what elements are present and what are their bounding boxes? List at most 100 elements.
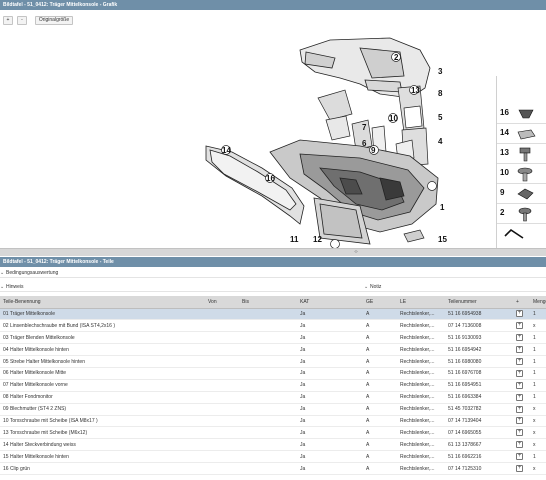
column-header-le[interactable]: LE [397,296,445,309]
add-to-cart-cell: + [513,426,530,440]
kat-cell: Ja [297,379,363,392]
part-name-cell: 04 Halter Mittelkonsole hinten [0,343,205,357]
table-row[interactable]: 01 Träger Mittelkonsole Ja A Rechtslenker,.… [0,308,546,321]
add-to-cart-icon[interactable]: + [516,453,523,461]
ge-cell: A [363,462,397,475]
part-number-cell: 51 16 6962216 [445,450,513,464]
add-to-cart-icon[interactable]: + [516,369,523,377]
kat-cell: Ja [297,403,363,416]
le-cell: Rechtslenker,... [397,438,445,452]
from-cell [205,308,239,321]
column-header-add[interactable]: + [513,296,530,309]
add-to-cart-icon[interactable]: + [516,358,523,365]
table-row[interactable]: 15 Halter Mittelkonsole hinten Ja A Rechtsl… [0,450,546,464]
zoom-in-button[interactable]: + [3,16,13,25]
original-size-button[interactable]: Originalgröße [35,16,73,25]
note-filter[interactable]: ⌄ Notiz [364,282,381,292]
callout-8: 8 [438,89,443,98]
add-to-cart-cell: + [513,343,530,357]
quantity-cell: x [530,462,546,475]
callout-5: 5 [438,113,443,122]
table-row[interactable]: 14 Halter Steckverbindung weiss Ja A Rechts… [0,438,546,452]
table-row[interactable]: 10 Torxschraube mit Scheibe (ISA M8x17 )… [0,415,546,428]
legend-item-16[interactable]: 16 [497,104,546,124]
from-cell [205,403,239,416]
add-to-cart-icon[interactable]: + [516,429,523,437]
table-row[interactable]: 09 Blechmutter (ST4 2 ZNS) Ja A Rechtslenke… [0,403,546,416]
table-row[interactable]: 04 Halter Mittelkonsole hinten Ja A Rechtsl… [0,343,546,357]
callout-7: 7 [362,123,367,132]
add-to-cart-icon[interactable]: + [516,441,523,449]
ge-cell: A [363,415,397,428]
kat-cell: Ja [297,462,363,475]
table-row[interactable]: 03 Träger Blenden Mittelkonsole Ja A Rechts… [0,331,546,345]
part-number-cell: 07 14 6965055 [445,426,513,440]
legend-item-2[interactable]: 2 [497,204,546,224]
ge-cell: A [363,379,397,392]
part-name-cell: 10 Torxschraube mit Scheibe (ISA M8x17 ) [0,415,205,428]
scroll-thumb-icon[interactable]: ‹› [352,250,360,255]
add-to-cart-cell: + [513,450,530,464]
column-header-part-number[interactable]: Teilenummer [445,296,513,309]
graphic-scrollbar[interactable]: ‹› [0,248,546,256]
table-row[interactable]: 16 Clip grün Ja A Rechtslenker,... 07 14 712… [0,462,546,475]
from-cell [205,367,239,380]
legend-item-14[interactable]: 14 [497,124,546,144]
to-cell [239,355,297,368]
add-to-cart-icon[interactable]: + [516,381,523,389]
table-row[interactable]: 13 Torxschraube mit Scheibe (M6x12) Ja A Re… [0,426,546,440]
table-row[interactable]: 06 Halter Mittelkonsole Mitte Ja A Rechtsle… [0,367,546,380]
column-header-von[interactable]: Von [205,296,239,309]
small-parts-legend: 16 14 13 10 9 2 [496,76,546,252]
table-header-row: Teile-Benennung Von Bis KAT GE LE Teilen… [0,296,546,309]
part-name-cell: 01 Träger Mittelkonsole [0,308,205,321]
part-number-cell: 07 14 7136008 [445,319,513,333]
add-to-cart-icon[interactable]: + [516,417,523,425]
column-header-ge[interactable]: GE [363,296,397,309]
zoom-out-button[interactable]: - [17,16,27,25]
from-cell [205,379,239,392]
add-to-cart-icon[interactable]: + [516,465,523,473]
hint-filter[interactable]: ⌄ Hinweis [0,282,24,292]
to-cell [239,319,297,333]
column-header-kat[interactable]: KAT [297,296,363,309]
callout-4: 4 [438,137,443,146]
parts-table: Teile-Benennung Von Bis KAT GE LE Teilen… [0,296,546,475]
legend-number: 13 [500,148,509,157]
from-cell [205,319,239,333]
add-to-cart-icon[interactable]: + [516,393,523,401]
legend-item-13[interactable]: 13 [497,144,546,164]
from-cell [205,426,239,440]
parts-diagram[interactable]: 2 3 13 4 5 6 7 8 9 10 11 12 14 15 16 1 [0,28,546,252]
callout-6: 6 [362,139,367,148]
part-number-cell: 07 14 7125310 [445,462,513,475]
add-to-cart-cell: + [513,403,530,416]
from-cell [205,415,239,428]
column-header-quantity[interactable]: Menge [530,296,546,309]
table-row[interactable]: 05 Strebe Halter Mittelkonsole hinten Ja A… [0,355,546,368]
add-to-cart-icon[interactable]: + [516,334,523,342]
add-to-cart-icon[interactable]: + [516,310,523,318]
table-row[interactable]: 08 Halter Fondmonitor Ja A Rechtslenker,...… [0,391,546,404]
callout-9: 9 [371,146,376,155]
add-to-cart-icon[interactable]: + [516,405,523,413]
column-header-bis[interactable]: Bis [239,296,297,309]
part-number-cell: 61 13 1378667 [445,438,513,452]
kat-cell: Ja [297,308,363,321]
table-row[interactable]: 07 Halter Mittelkonsole vorne Ja A Rechtsle… [0,379,546,392]
add-to-cart-cell: + [513,438,530,452]
conditions-filter[interactable]: ⌄ Bedingungsauswertung [0,268,546,278]
legend-item-9[interactable]: 9 [497,184,546,204]
add-to-cart-icon[interactable]: + [516,346,523,354]
add-to-cart-cell: + [513,462,530,475]
column-header-name[interactable]: Teile-Benennung [0,296,205,309]
add-to-cart-icon[interactable]: + [516,322,523,330]
callout-16: 16 [266,174,275,183]
le-cell: Rechtslenker,... [397,367,445,380]
ge-cell: A [363,403,397,416]
legend-item-10[interactable]: 10 [497,164,546,184]
table-row[interactable]: 02 Linsenblechschraube mit Bund (ISA ST4… [0,319,546,333]
quantity-cell: x [530,319,546,333]
ge-cell: A [363,343,397,357]
part-number-cell: 51 16 6954942 [445,343,513,357]
